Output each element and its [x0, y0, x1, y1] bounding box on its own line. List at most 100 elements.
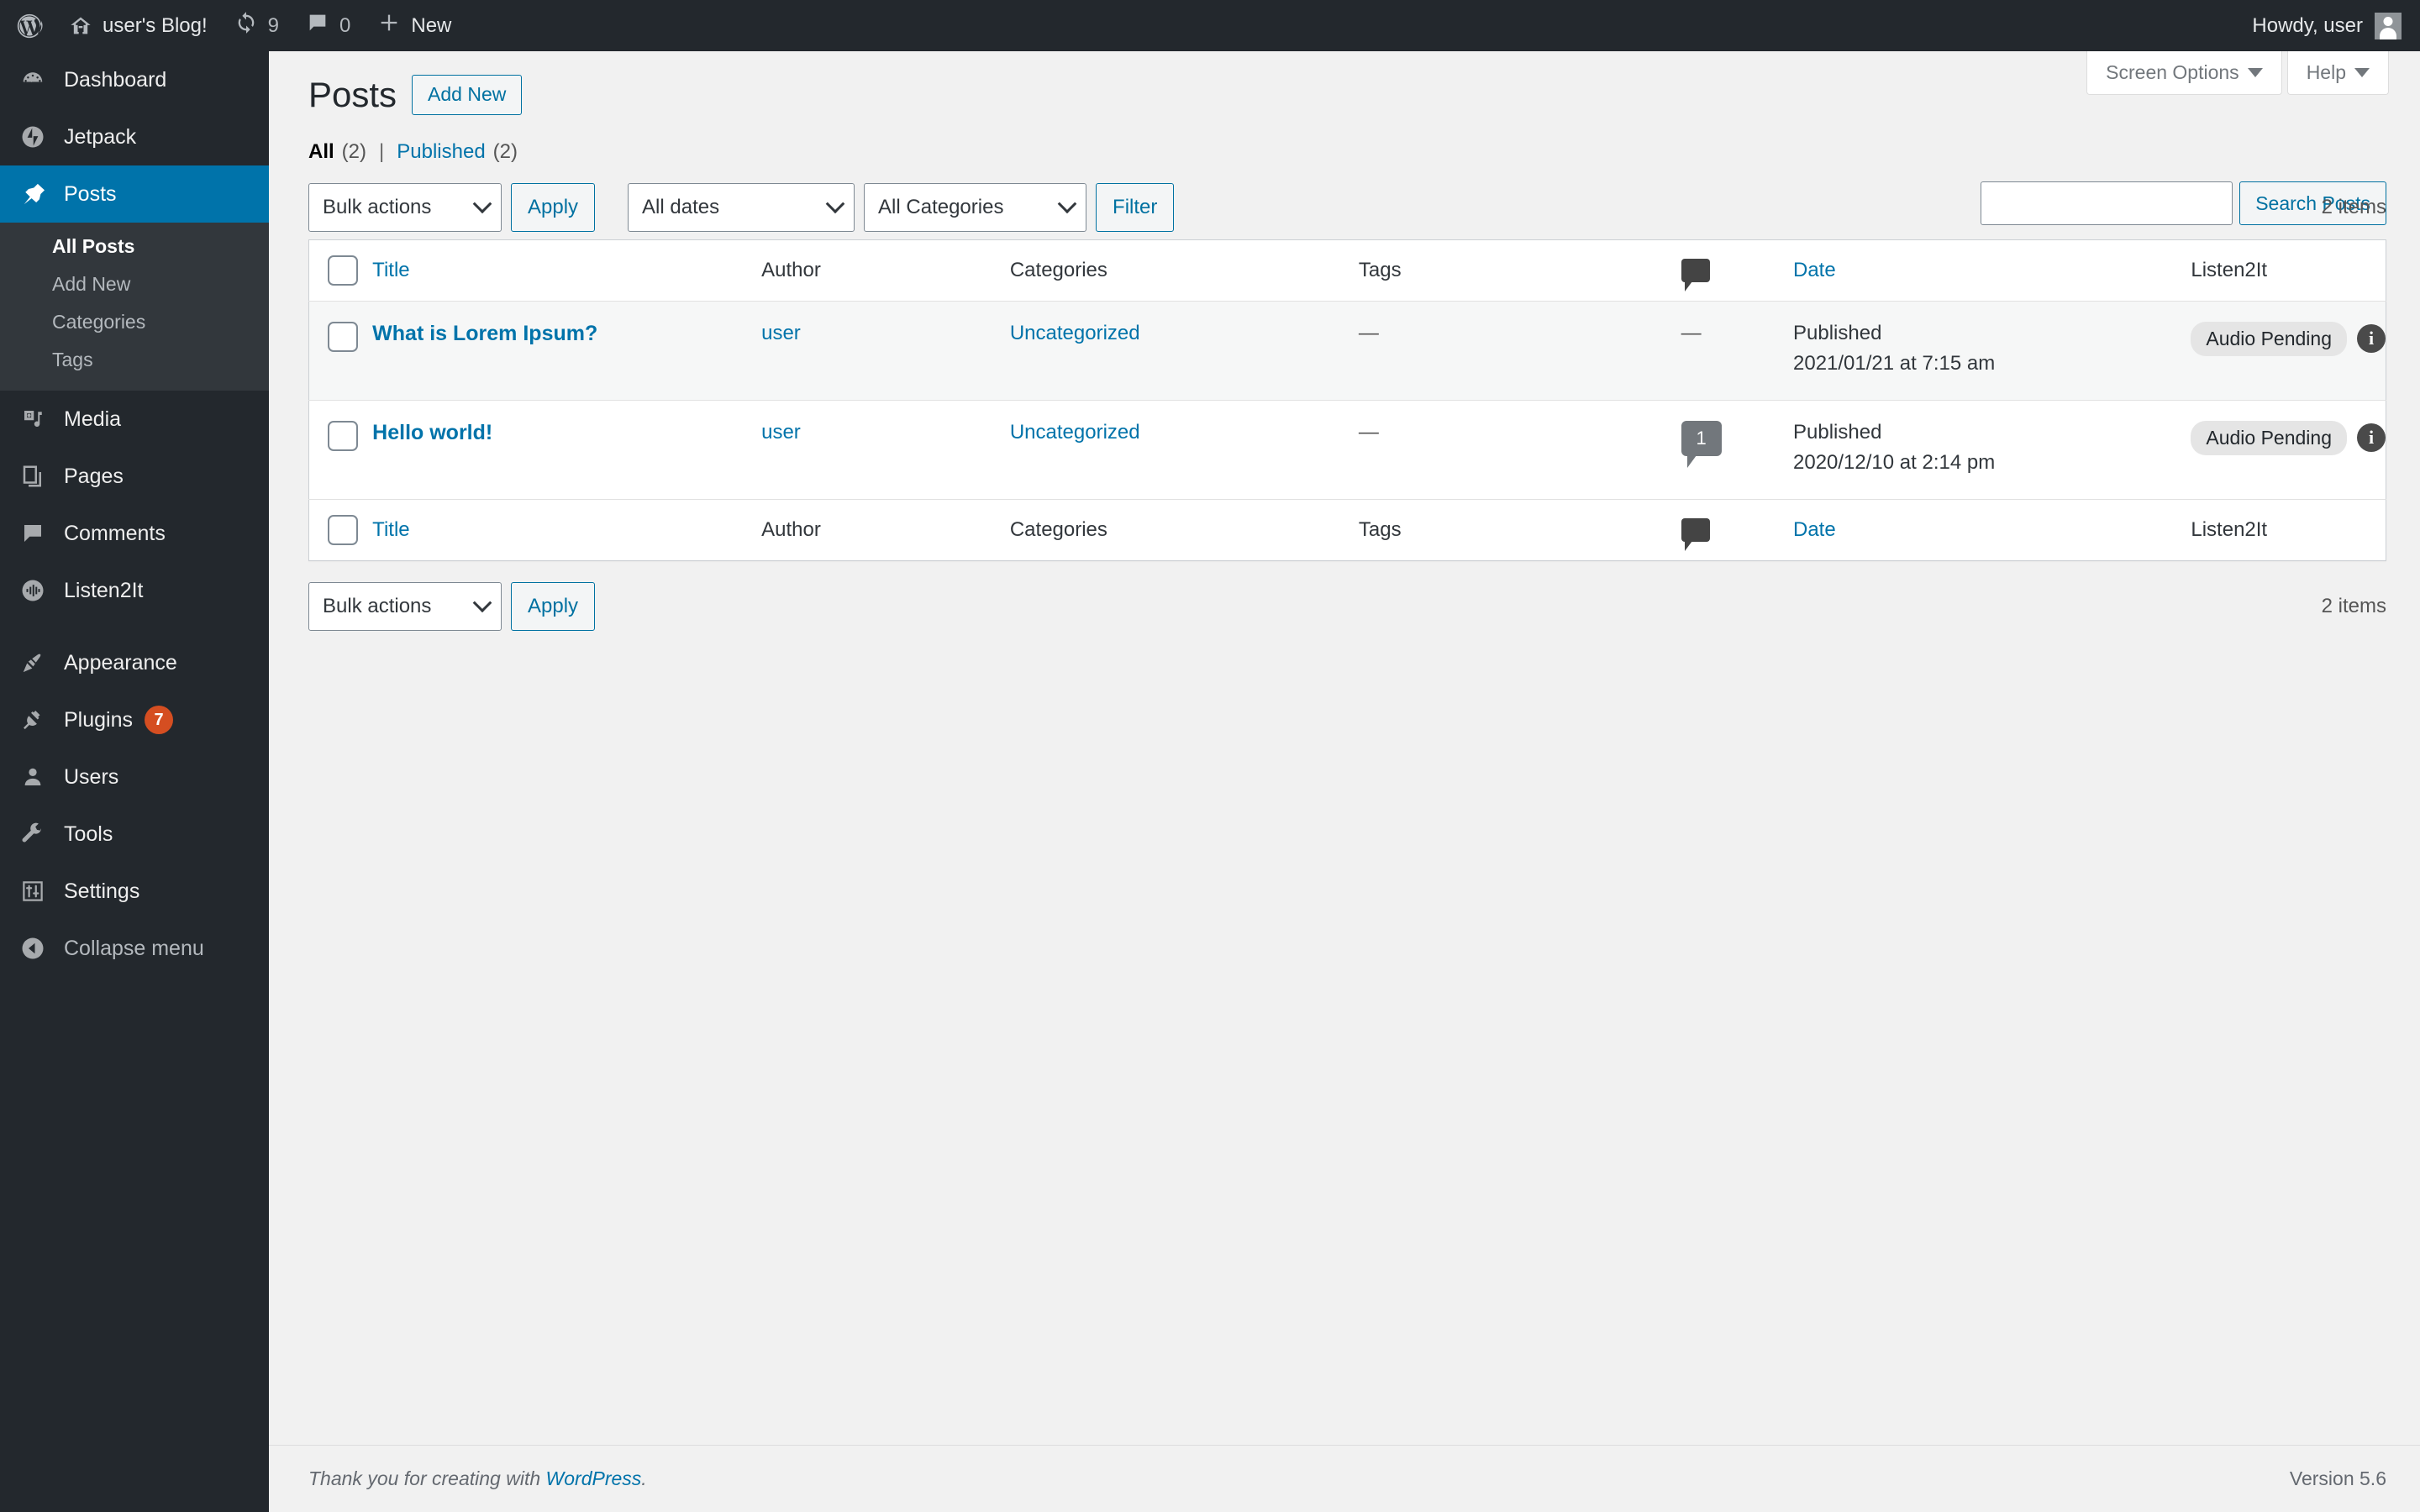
pages-icon: [13, 464, 52, 489]
view-published-count: (2): [492, 139, 518, 163]
media-icon: [13, 407, 52, 432]
sidebar-item-plugins[interactable]: Plugins 7: [0, 691, 269, 748]
wordpress-link[interactable]: WordPress: [546, 1467, 642, 1489]
sidebar-item-label: Settings: [64, 879, 140, 903]
column-header-categories: Categories: [1009, 239, 1359, 302]
row-checkbox[interactable]: [328, 420, 358, 451]
column-header-title[interactable]: Title: [372, 239, 762, 302]
sidebar-item-label: Pages: [64, 464, 124, 488]
column-footer-title-link[interactable]: Title: [372, 518, 409, 541]
column-footer-title[interactable]: Title: [372, 498, 762, 561]
row-select-cell: [309, 301, 373, 400]
view-all-label[interactable]: All: [308, 140, 334, 164]
post-category-link[interactable]: Uncategorized: [1010, 421, 1140, 444]
howdy-label[interactable]: Howdy, user: [2252, 14, 2363, 38]
date-filter-select[interactable]: All dates: [628, 182, 855, 232]
bulk-actions-value: Bulk actions: [323, 195, 432, 218]
audio-status-badge: Audio Pending: [2191, 321, 2347, 356]
comment-icon: [1681, 258, 1710, 291]
posts-table: Title Author Categories Tags Date Listen…: [308, 239, 2386, 561]
updates-button[interactable]: 9: [221, 0, 292, 51]
footer-thanks-text: Thank you for creating with WordPress.: [308, 1467, 647, 1490]
post-author-link[interactable]: user: [761, 322, 801, 344]
chevron-down-icon: [2354, 68, 2370, 77]
screen-meta-links: Screen Options Help: [2086, 51, 2389, 95]
view-all-count: (2): [341, 139, 367, 163]
submenu-item-add-new[interactable]: Add New: [0, 265, 269, 303]
post-date-status: Published: [1793, 420, 1882, 444]
view-separator: |: [379, 139, 385, 163]
column-header-date-link[interactable]: Date: [1793, 259, 1836, 281]
date-filter-value: All dates: [642, 195, 720, 218]
view-published-label[interactable]: Published: [397, 140, 485, 164]
post-author-link[interactable]: user: [761, 421, 801, 444]
comment-count-bubble[interactable]: 1: [1681, 420, 1722, 468]
tablenav-top: Bulk actions Apply All dates All Categor…: [308, 182, 2386, 233]
sidebar-item-settings[interactable]: Settings: [0, 863, 269, 920]
wordpress-logo-button[interactable]: [0, 0, 55, 51]
comments-button[interactable]: 0: [292, 0, 364, 51]
help-button[interactable]: Help: [2286, 51, 2389, 95]
row-checkbox[interactable]: [328, 321, 358, 352]
bulk-actions-select-top[interactable]: Bulk actions: [308, 182, 502, 232]
row-author-cell: user: [761, 301, 1010, 400]
submenu-item-tags[interactable]: Tags: [0, 341, 269, 379]
apply-button-top[interactable]: Apply: [511, 182, 596, 232]
select-all-checkbox[interactable]: [328, 255, 358, 286]
column-footer-date-link[interactable]: Date: [1793, 518, 1836, 541]
submenu-item-categories[interactable]: Categories: [0, 303, 269, 341]
sidebar-item-pages[interactable]: Pages: [0, 448, 269, 505]
category-filter-select[interactable]: All Categories: [864, 182, 1087, 232]
comment-icon: [1681, 517, 1710, 551]
row-author-cell: user: [761, 400, 1010, 499]
plugins-update-badge: 7: [145, 706, 173, 734]
info-icon[interactable]: i: [2357, 423, 2386, 453]
new-content-button[interactable]: New: [364, 0, 465, 51]
post-date-value: 2020/12/10 at 2:14 pm: [1793, 450, 1996, 474]
page-header: Posts Add New: [308, 51, 2386, 115]
post-title-link[interactable]: Hello world!: [372, 421, 492, 444]
info-icon[interactable]: i: [2357, 324, 2386, 354]
screen-options-button[interactable]: Screen Options: [2086, 51, 2282, 95]
main-content: Screen Options Help Posts Add New All (2…: [269, 51, 2420, 1512]
sidebar-item-posts[interactable]: Posts: [0, 165, 269, 223]
items-count-top: 2 items: [2321, 195, 2386, 218]
add-new-button[interactable]: Add New: [412, 75, 523, 115]
filter-button[interactable]: Filter: [1096, 182, 1175, 232]
sidebar-item-label: Dashboard: [64, 67, 167, 92]
column-footer-date[interactable]: Date: [1793, 498, 2191, 561]
avatar[interactable]: [2375, 12, 2402, 39]
row-categories-cell: Uncategorized: [1010, 400, 1359, 499]
column-header-comments[interactable]: [1681, 239, 1793, 302]
column-footer-comments[interactable]: [1681, 498, 1793, 561]
tablenav-bottom: Bulk actions Apply 2 items: [308, 581, 2386, 632]
post-category-link[interactable]: Uncategorized: [1010, 322, 1140, 344]
sidebar-item-tools[interactable]: Tools: [0, 806, 269, 863]
listen2it-icon: [13, 578, 52, 603]
sidebar-item-dashboard[interactable]: Dashboard: [0, 51, 269, 108]
admin-bar-right: Howdy, user: [2252, 0, 2420, 51]
admin-sidebar: Dashboard Jetpack Posts All Posts Add Ne…: [0, 51, 269, 1512]
sidebar-item-listen2it[interactable]: Listen2It: [0, 562, 269, 619]
bulk-actions-select-bottom[interactable]: Bulk actions: [308, 581, 502, 631]
column-header-tags: Tags: [1358, 239, 1681, 302]
column-header-author: Author: [761, 239, 1010, 302]
apply-button-bottom[interactable]: Apply: [511, 581, 596, 631]
select-all-checkbox-footer[interactable]: [328, 514, 358, 545]
sidebar-item-comments[interactable]: Comments: [0, 505, 269, 562]
post-title-link[interactable]: What is Lorem Ipsum?: [372, 322, 597, 345]
footer-thanks-suffix: .: [641, 1467, 647, 1489]
collapse-menu-button[interactable]: Collapse menu: [0, 920, 269, 977]
site-name-button[interactable]: user's Blog!: [55, 0, 221, 51]
sidebar-item-media[interactable]: Media: [0, 391, 269, 448]
page-title: Posts: [308, 74, 397, 114]
sidebar-item-appearance[interactable]: Appearance: [0, 634, 269, 691]
sidebar-item-jetpack[interactable]: Jetpack: [0, 108, 269, 165]
column-header-date[interactable]: Date: [1793, 239, 2191, 302]
submenu-item-all-posts[interactable]: All Posts: [0, 228, 269, 265]
column-header-title-link[interactable]: Title: [372, 259, 409, 281]
appearance-icon: [13, 650, 52, 675]
row-tags-cell: —: [1359, 301, 1681, 400]
collapse-arrow-icon: [13, 936, 52, 961]
sidebar-item-users[interactable]: Users: [0, 748, 269, 806]
